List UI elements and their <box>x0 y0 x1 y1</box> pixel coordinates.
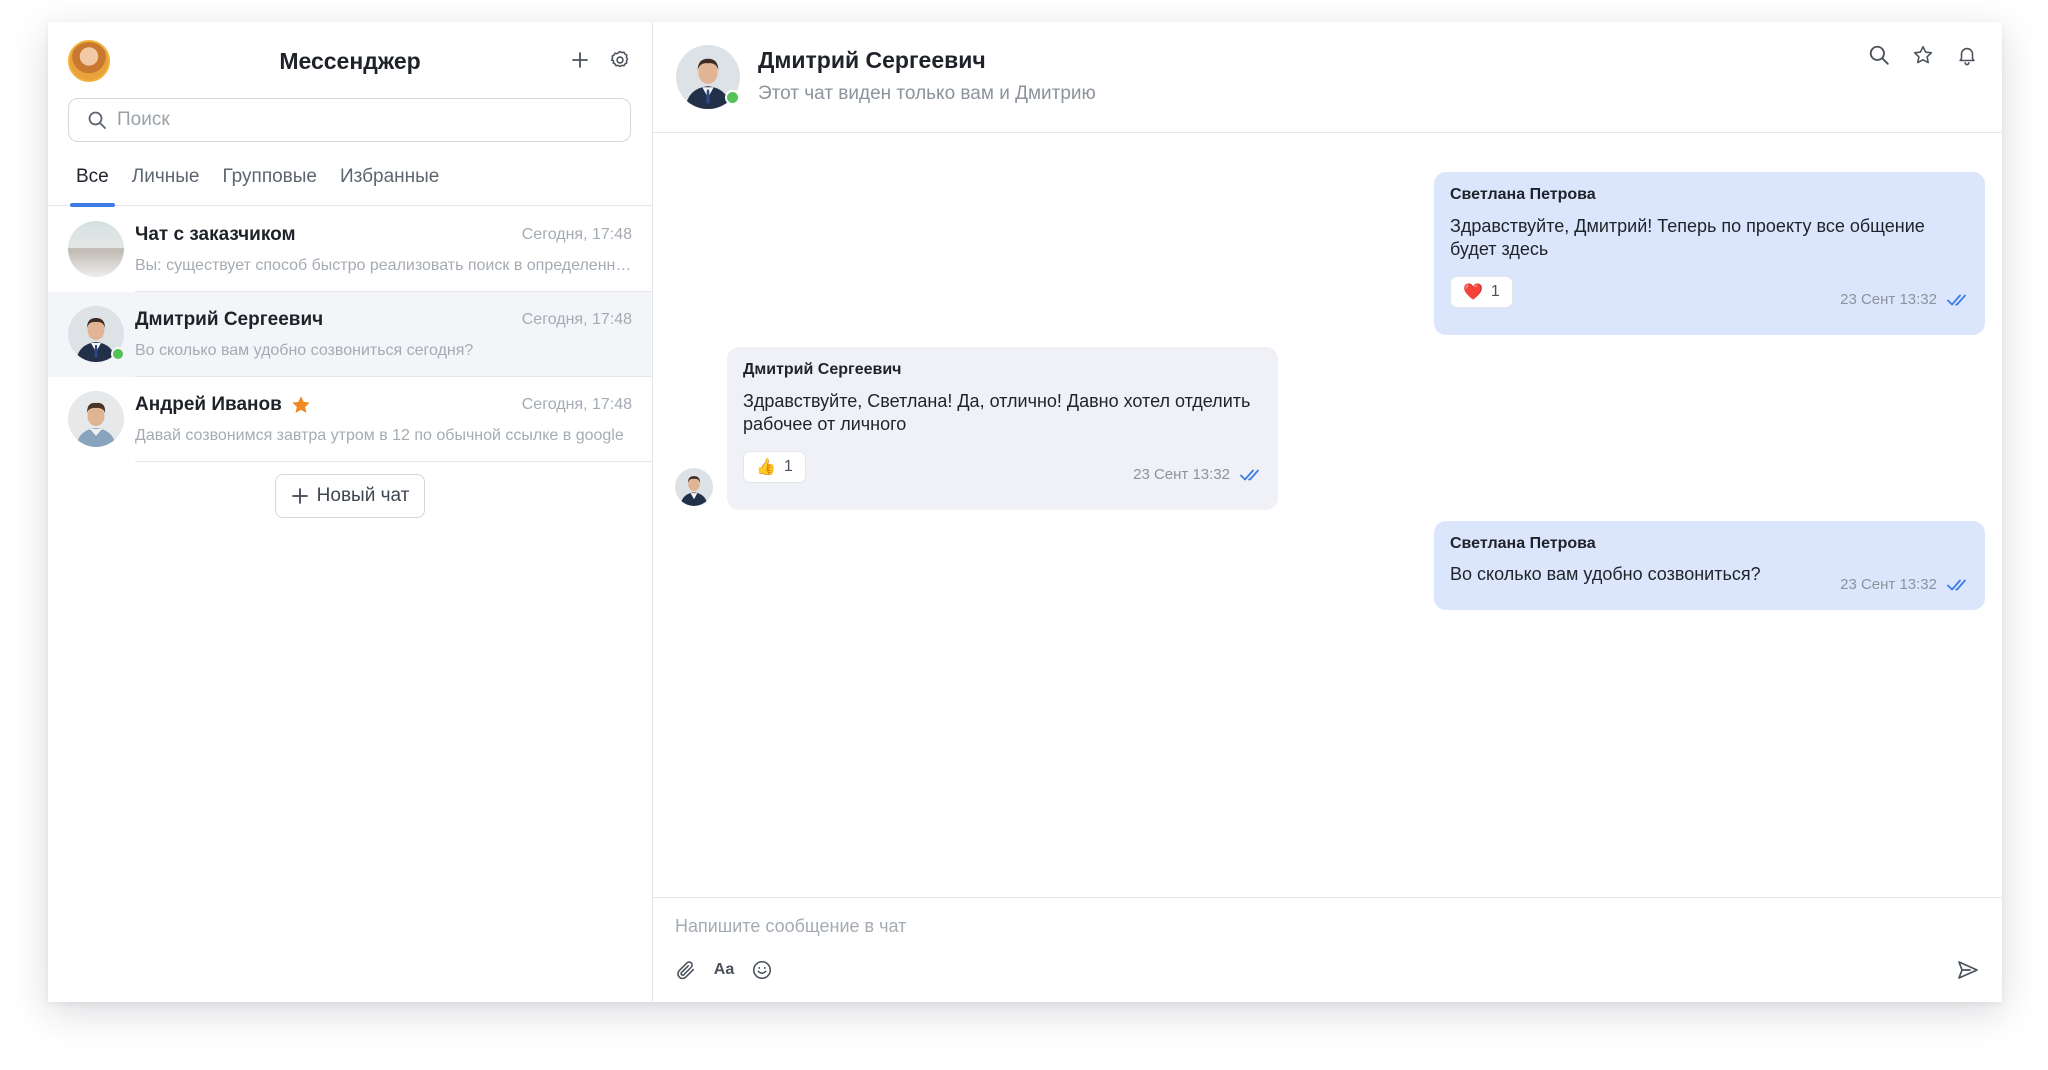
tab-groups[interactable]: Групповые <box>222 162 317 206</box>
text-format-icon: Aa <box>713 961 735 978</box>
chat-name: Андрей Иванов <box>135 394 282 415</box>
message-outgoing[interactable]: Светлана Петрова Здравствуйте, Дмитрий! … <box>1434 172 1985 335</box>
plus-icon <box>291 488 308 504</box>
attach-button[interactable] <box>673 957 699 983</box>
paperclip-icon <box>677 961 695 980</box>
message-incoming[interactable]: Дмитрий Сергеевич Здравствуйте, Светлана… <box>727 347 1278 510</box>
send-button[interactable] <box>1954 956 1982 984</box>
search-icon <box>77 110 117 130</box>
sender-avatar[interactable] <box>675 468 713 506</box>
reaction-count: 1 <box>1490 283 1500 300</box>
reaction-emoji: ❤️ <box>1463 284 1483 301</box>
tab-all[interactable]: Все <box>70 162 115 207</box>
search-input[interactable] <box>117 109 597 131</box>
reaction-emoji: 👍 <box>756 459 776 476</box>
message-text: Здравствуйте, Дмитрий! Теперь по проекту… <box>1450 216 1925 259</box>
conversation-header: Дмитрий Сергеевич Этот чат виден только … <box>653 22 2002 133</box>
message-author: Светлана Петрова <box>1450 186 1596 203</box>
double-check-icon <box>1947 579 1966 590</box>
chat-preview: Вы: существует способ быстро реализовать… <box>135 257 632 274</box>
new-chat-label: Новый чат <box>316 485 410 506</box>
bell-icon <box>1959 47 1975 66</box>
message-outgoing[interactable]: Светлана Петрова Во сколько вам удобно с… <box>1434 521 1985 610</box>
tab-personal[interactable]: Личные <box>132 162 200 206</box>
avatar <box>68 221 124 277</box>
new-chat-button[interactable]: Новый чат <box>275 474 425 518</box>
conversation-panel: Дмитрий Сергеевич Этот чат виден только … <box>653 22 2002 1002</box>
reaction-count: 1 <box>783 458 793 475</box>
chat-item-andrey[interactable]: Андрей Иванов Сегодня, 17:48 Давай созво… <box>48 377 652 462</box>
chat-time: Сегодня, 17:48 <box>521 396 632 413</box>
message-input[interactable] <box>675 912 1875 940</box>
online-indicator <box>725 90 740 105</box>
star-icon <box>1913 45 1933 64</box>
settings-button[interactable] <box>606 46 634 74</box>
app-title: Мессенджер <box>279 48 421 74</box>
message-composer: Aa <box>653 897 2002 1002</box>
header-actions <box>1866 42 1980 68</box>
chat-preview: Во сколько вам удобно созвониться сегодн… <box>135 342 474 359</box>
chat-time: Сегодня, 17:48 <box>521 311 632 328</box>
chat-filter-tabs: Все Личные Групповые Избранные <box>48 162 652 207</box>
avatar <box>68 306 125 362</box>
chat-item-client[interactable]: Чат с заказчиком Сегодня, 17:48 Вы: суще… <box>48 207 652 292</box>
chat-time: Сегодня, 17:48 <box>521 226 632 243</box>
composer-tools: Aa <box>673 957 775 983</box>
add-button[interactable] <box>566 46 594 74</box>
chat-list: Чат с заказчиком Сегодня, 17:48 Вы: суще… <box>48 207 652 462</box>
sidebar: Мессенджер Все Личн <box>48 22 653 1002</box>
online-indicator <box>111 347 125 361</box>
message-time: 23 Сент 13:32 <box>1840 291 1937 308</box>
reaction-thumbs-up[interactable]: 👍 1 <box>743 451 806 483</box>
send-icon <box>1958 961 1978 979</box>
reaction-heart[interactable]: ❤️ 1 <box>1450 276 1513 308</box>
text-format-button[interactable]: Aa <box>711 957 737 983</box>
smile-icon <box>752 960 772 980</box>
star-icon <box>292 396 310 413</box>
message-list: Светлана Петрова Здравствуйте, Дмитрий! … <box>653 134 2002 897</box>
message-author: Светлана Петрова <box>1450 535 1596 552</box>
message-time: 23 Сент 13:32 <box>1133 466 1230 483</box>
chat-name: Чат с заказчиком <box>135 224 296 245</box>
search-button[interactable] <box>1866 42 1892 68</box>
favorite-button[interactable] <box>1910 42 1936 68</box>
chat-item-dmitry[interactable]: Дмитрий Сергеевич Сегодня, 17:48 Во скол… <box>48 292 652 377</box>
message-author: Дмитрий Сергеевич <box>743 361 902 378</box>
contact-avatar[interactable] <box>676 45 740 109</box>
chat-preview: Давай созвонимся завтра утром в 12 по об… <box>135 427 624 444</box>
message-text: Здравствуйте, Светлана! Да, отлично! Дав… <box>743 391 1251 434</box>
messenger-window: Мессенджер Все Личн <box>48 22 2002 1002</box>
tab-favorites[interactable]: Избранные <box>340 162 439 206</box>
notifications-button[interactable] <box>1954 42 1980 68</box>
sidebar-header: Мессенджер <box>48 22 652 98</box>
conversation-title: Дмитрий Сергеевич <box>758 47 986 73</box>
search-icon <box>1869 45 1889 65</box>
message-time: 23 Сент 13:32 <box>1840 576 1937 593</box>
double-check-icon <box>1947 294 1966 305</box>
chat-name: Дмитрий Сергеевич <box>135 309 324 330</box>
search-box <box>68 98 631 142</box>
emoji-button[interactable] <box>749 957 775 983</box>
gear-icon <box>610 50 629 68</box>
conversation-subtitle: Этот чат виден только вам и Дмитрию <box>758 83 1096 104</box>
avatar <box>68 391 124 447</box>
double-check-icon <box>1240 469 1259 480</box>
plus-icon <box>572 52 588 68</box>
